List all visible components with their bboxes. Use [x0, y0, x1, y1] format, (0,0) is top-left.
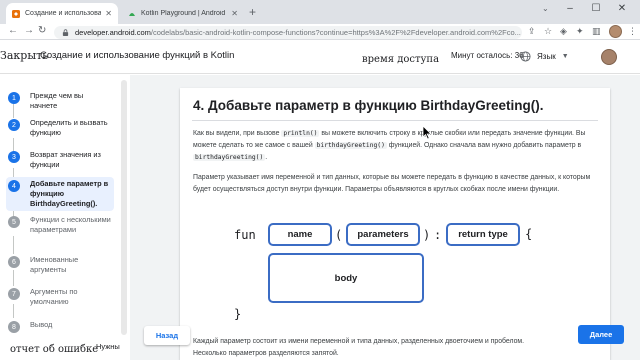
step-number: 8: [8, 321, 20, 333]
tab-search-icon[interactable]: ⌄: [542, 4, 549, 13]
parameter-paragraph: Параметр указывает имя переменной и тип …: [193, 174, 591, 193]
open-paren: (: [335, 228, 343, 242]
sidebar-step-5[interactable]: 5 Функции с несколькими параметрами: [6, 213, 114, 237]
extensions-puzzle-icon[interactable]: ✦: [576, 26, 584, 37]
step-label: Именованные аргументы: [30, 255, 79, 274]
report-bug-link[interactable]: отчет об ошибке: [10, 344, 98, 355]
step-label: Определить и вызвать функцию: [30, 118, 108, 137]
fun-keyword: fun: [234, 228, 256, 242]
colon: :: [434, 228, 442, 242]
time-remaining: Минут осталось: 36: [451, 51, 524, 60]
step-number: 3: [8, 151, 20, 163]
tab-title: Создание и использование фу: [25, 10, 102, 17]
text-run: Как вы видели, при вызове: [193, 130, 282, 137]
sidebar-step-6[interactable]: 6 Именованные аргументы: [6, 253, 114, 277]
text-run: .: [265, 154, 268, 161]
step-number: 5: [8, 216, 20, 228]
browser-toolbar: ← → ↻ developer.android.com/codelabs/bas…: [0, 24, 640, 40]
step-connector: [13, 236, 14, 254]
needs-label: Нужны: [96, 342, 120, 351]
text-run: Каждый параметр состоит из имени перемен…: [193, 338, 525, 345]
lock-icon: [62, 29, 69, 36]
parameters-box: parameters: [346, 223, 420, 246]
step-number: 6: [8, 256, 20, 268]
codelab-title: Создание и использование функций в Kotli…: [40, 50, 235, 61]
step-number: 4: [8, 180, 20, 192]
chevron-down-icon: ▼: [561, 52, 569, 60]
sidebar-step-1[interactable]: 1 Прежде чем вы начнете: [6, 89, 114, 113]
url-text: developer.android.com/codelabs/basic-and…: [75, 28, 521, 37]
codelab-header: Закрыть Создание и использование функций…: [0, 41, 640, 74]
browser-tabstrip: Создание и использование фу ✕ Kotlin Pla…: [0, 0, 640, 24]
step-label: Вывод: [30, 320, 53, 329]
close-tab-icon[interactable]: ✕: [105, 9, 112, 18]
step-number: 2: [8, 119, 20, 131]
heading-divider: [192, 120, 598, 121]
browser-tab-codelab[interactable]: Создание и использование фу ✕: [6, 3, 118, 24]
user-avatar[interactable]: [601, 49, 617, 65]
inline-code: birthdayGreeting(): [193, 154, 266, 161]
access-time-label: время доступа: [362, 54, 440, 65]
maximize-icon[interactable]: ☐: [586, 3, 606, 14]
codelab-favicon-icon: [12, 9, 20, 18]
parameter-syntax-paragraph: Каждый параметр состоит из имени перемен…: [193, 336, 573, 360]
extension-icon[interactable]: ◈: [560, 26, 567, 37]
return-type-box: return type: [446, 223, 520, 246]
window-close-icon[interactable]: ✕: [612, 3, 632, 14]
step-label: Прежде чем вы начнете: [30, 91, 84, 110]
inline-code: println(): [281, 130, 320, 137]
mouse-cursor-icon: [422, 125, 432, 140]
sidebar-step-8[interactable]: 8 Вывод: [6, 318, 114, 335]
url-host: developer.android.com: [75, 28, 151, 37]
android-favicon-icon: [129, 12, 135, 16]
language-label: Язык: [537, 51, 556, 61]
intro-paragraph: Как вы видели, при вызове println() вы м…: [193, 128, 598, 164]
url-path: /codelabs/basic-android-kotlin-compose-f…: [150, 28, 521, 37]
back-arrow-icon[interactable]: ←: [8, 25, 18, 36]
step-heading: 4. Добавьте параметр в функцию BirthdayG…: [193, 98, 544, 113]
new-tab-icon[interactable]: +: [249, 5, 256, 19]
step-label: Функции с несколькими параметрами: [30, 215, 111, 234]
step-label: Аргументы по умолчанию: [30, 287, 78, 306]
close-paren: ): [423, 228, 431, 242]
body-box: body: [268, 253, 424, 303]
bookmark-star-icon[interactable]: ☆: [544, 26, 552, 37]
language-selector[interactable]: Язык ▼: [520, 47, 576, 65]
open-brace: {: [525, 227, 533, 241]
inline-code: birthdayGreeting(): [314, 142, 387, 149]
sidebar-step-7[interactable]: 7 Аргументы по умолчанию: [6, 285, 114, 309]
next-button[interactable]: Далее: [578, 325, 624, 344]
share-icon[interactable]: ⇪: [528, 26, 536, 37]
sidebar-scrollbar[interactable]: [121, 80, 127, 335]
step-label: Возврат значения из функции: [30, 150, 101, 169]
function-syntax-diagram: fun name ( parameters ) : return type { …: [230, 220, 550, 330]
text-run: функцией. Однако сначала вам нужно добав…: [386, 142, 582, 149]
sidebar-step-3[interactable]: 3 Возврат значения из функции: [6, 148, 114, 172]
address-bar[interactable]: developer.android.com/codelabs/basic-and…: [54, 26, 522, 39]
forward-arrow-icon[interactable]: →: [24, 25, 34, 36]
minimize-icon[interactable]: –: [560, 3, 580, 14]
sidebar-step-4-current[interactable]: 4 Добавьте параметр в функцию BirthdayGr…: [6, 177, 114, 211]
reload-icon[interactable]: ↻: [38, 25, 46, 36]
browser-tab-playground[interactable]: Kotlin Playground | Android De ✕: [122, 3, 244, 24]
name-box: name: [268, 223, 332, 246]
browser-profile-avatar[interactable]: [609, 25, 622, 38]
sidebar-step-2[interactable]: 2 Определить и вызвать функцию: [6, 116, 114, 140]
tab-title: Kotlin Playground | Android De: [141, 10, 228, 17]
globe-icon: [520, 50, 531, 62]
close-brace: }: [234, 307, 242, 321]
sidebar-panel-icon[interactable]: ▥: [592, 26, 601, 37]
back-button[interactable]: Назад: [144, 326, 190, 345]
text-run: Несколько параметров разделяются запятой…: [193, 350, 339, 357]
step-label: Добавьте параметр в функцию BirthdayGree…: [30, 179, 109, 208]
more-menu-icon[interactable]: ⋮: [628, 26, 637, 37]
close-tab-icon[interactable]: ✕: [231, 9, 238, 18]
step-number: 7: [8, 288, 20, 300]
step-number: 1: [8, 92, 20, 104]
